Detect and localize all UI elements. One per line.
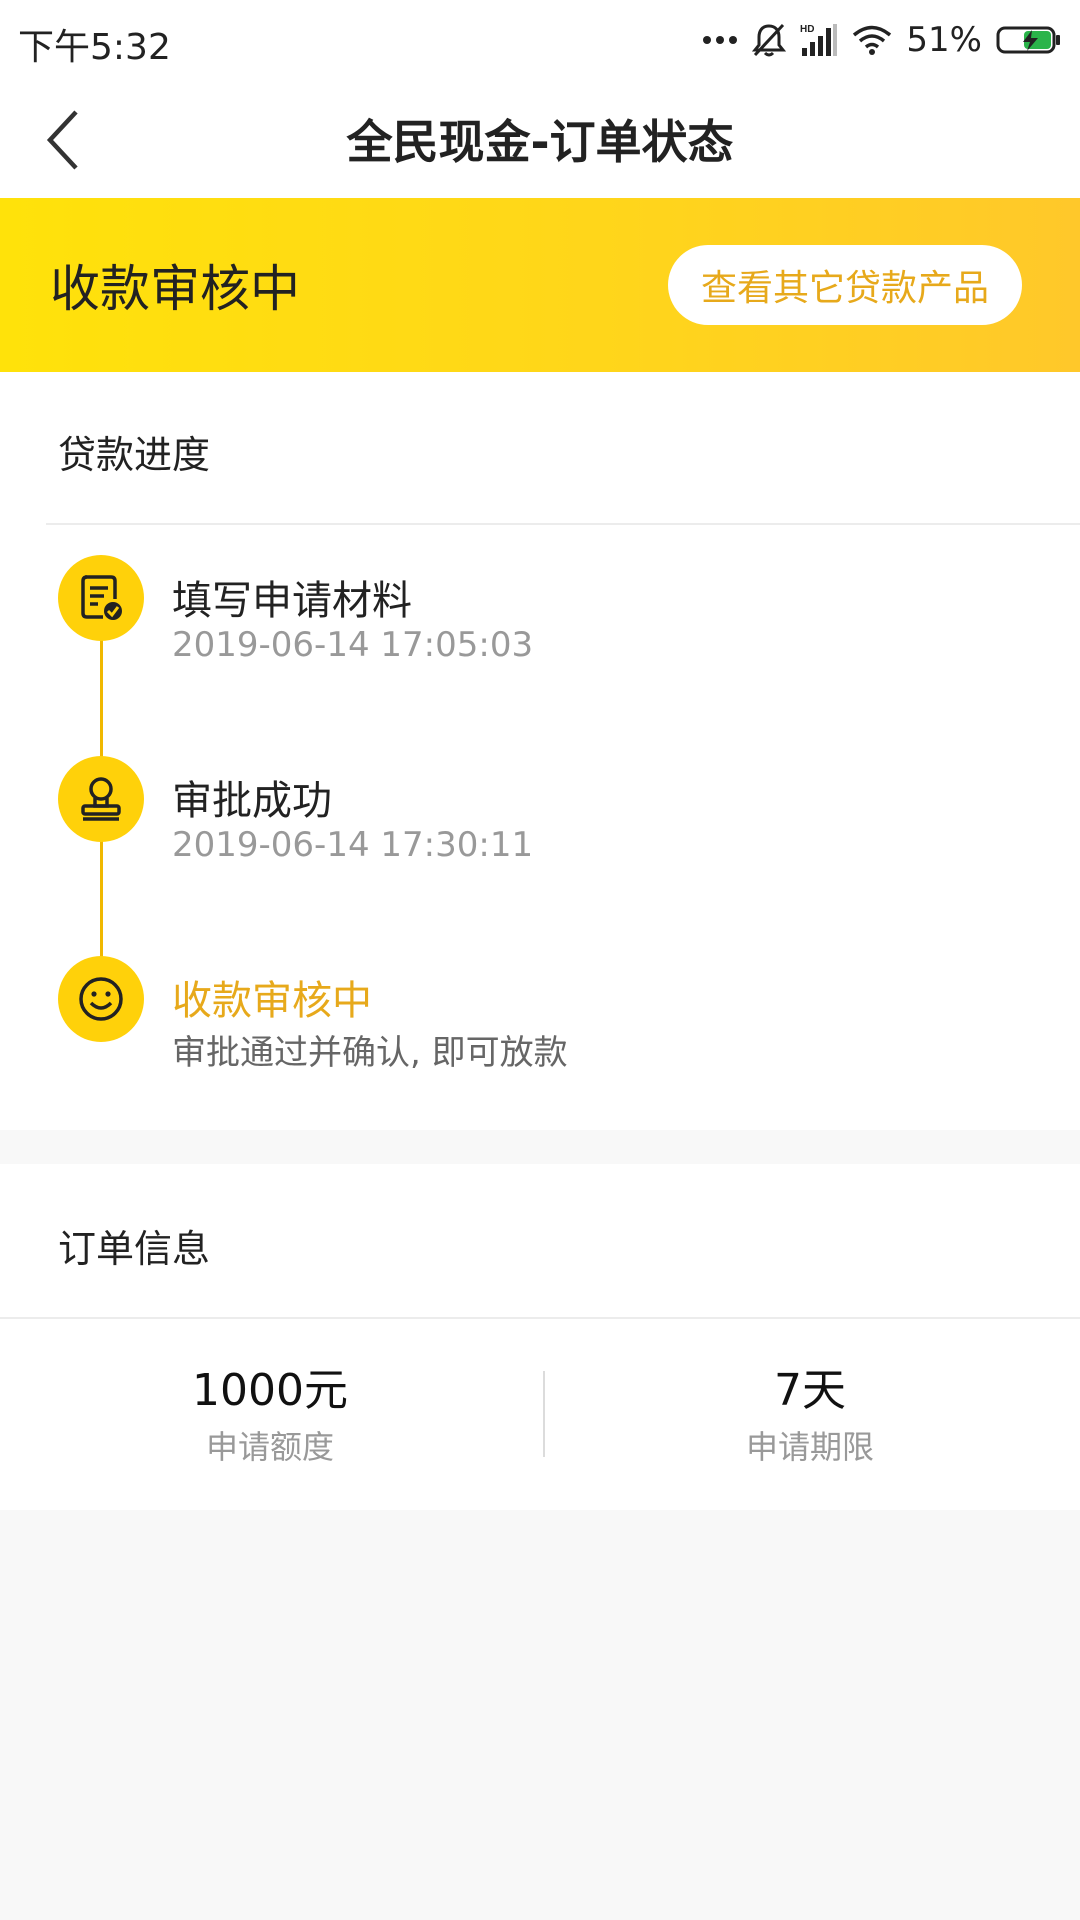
step-icon-container: [58, 956, 144, 1042]
step-timestamp: 2019-06-14 17:30:11: [172, 825, 534, 865]
order-info-card: 订单信息 1000元 申请额度 7天 申请期限: [0, 1164, 1080, 1510]
page-title: 全民现金-订单状态: [346, 115, 734, 169]
step-icon-container: [58, 555, 144, 641]
term-column: 7天 申请期限: [540, 1364, 1080, 1468]
step-timestamp: 2019-06-14 17:05:03: [172, 625, 534, 665]
document-check-icon: [81, 575, 122, 620]
amount-value: 1000元: [192, 1365, 348, 1416]
view-other-products-button[interactable]: 查看其它贷款产品: [668, 245, 1022, 325]
hd-signal-icon: HD: [800, 24, 838, 56]
battery-charging-icon: [996, 26, 1060, 54]
progress-section-title: 贷款进度: [58, 433, 211, 477]
step-icon-container: [58, 756, 144, 842]
status-bar: 下午5:32 HD 51%: [0, 0, 1080, 80]
term-label: 申请期限: [745, 1428, 874, 1466]
step-title-current: 收款审核中: [172, 978, 372, 1024]
bell-muted-icon: [752, 23, 787, 57]
amount-label: 申请额度: [205, 1428, 334, 1466]
amount-column: 1000元 申请额度: [0, 1364, 540, 1468]
step-description: 审批通过并确认, 即可放款: [172, 1033, 568, 1073]
divider: [46, 523, 1080, 525]
term-value: 7天: [774, 1365, 846, 1416]
divider: [0, 1317, 1080, 1319]
wifi-icon: [853, 25, 892, 55]
banner-status-text: 收款审核中: [50, 260, 300, 318]
svg-text:HD: HD: [800, 24, 814, 35]
nav-bar: 全民现金-订单状态: [0, 80, 1080, 198]
status-icons: HD 51%: [702, 16, 1062, 64]
status-banner: 收款审核中 查看其它贷款产品: [0, 198, 1080, 372]
smile-icon: [79, 977, 123, 1021]
step-title: 审批成功: [172, 778, 332, 824]
step-title: 填写申请材料: [172, 578, 412, 624]
chevron-left-icon: [46, 110, 78, 170]
status-time: 下午5:32: [18, 27, 171, 68]
stamp-icon: [81, 777, 121, 821]
loan-progress-card: 贷款进度 填写申请材料 2019-06-14 17:05:03 审批成功 201…: [0, 372, 1080, 1130]
order-section-title: 订单信息: [58, 1227, 211, 1271]
battery-percent: 51%: [906, 20, 982, 60]
more-dots-icon: [703, 36, 738, 44]
back-button[interactable]: [24, 100, 104, 180]
